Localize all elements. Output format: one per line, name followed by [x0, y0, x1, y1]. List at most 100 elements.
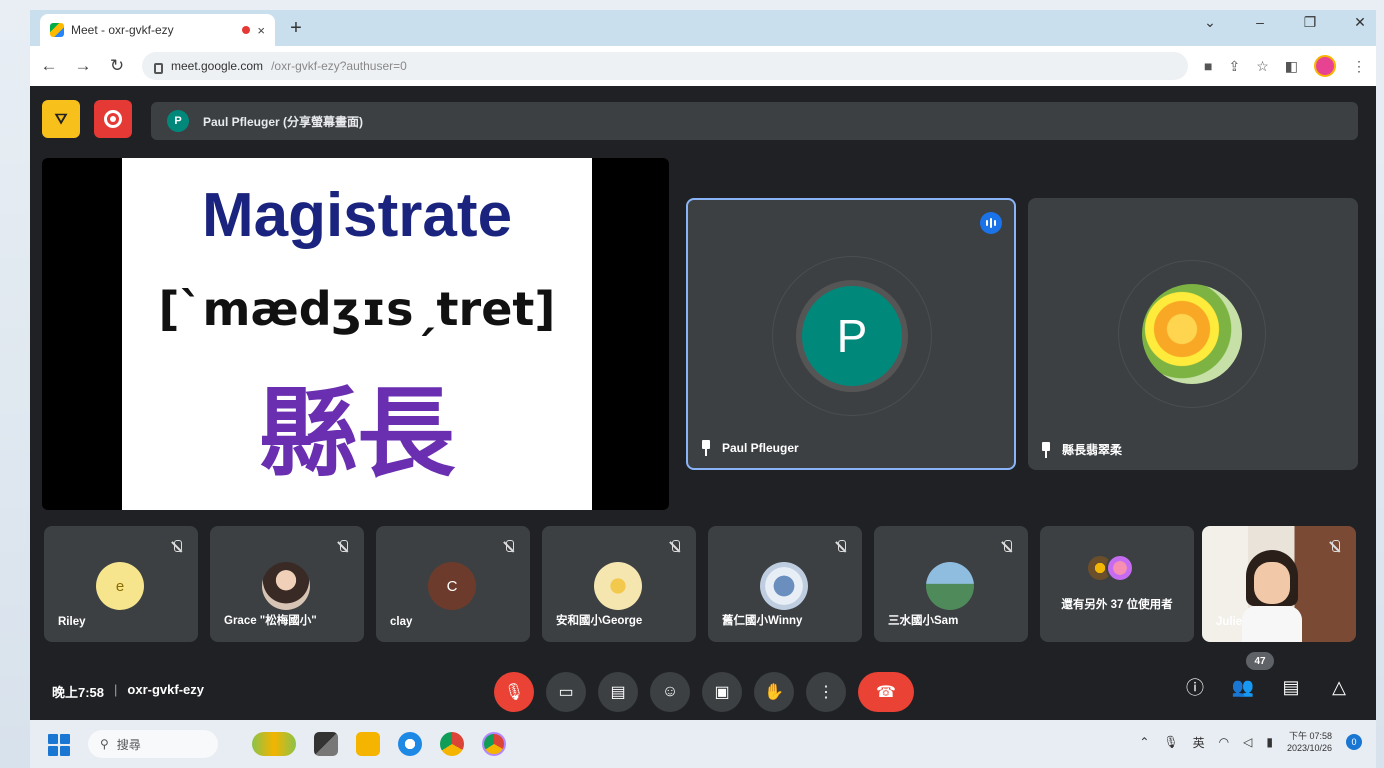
address-toolbar: ← → ↻ meet.google.com/oxr-gvkf-ezy?authu… — [30, 46, 1376, 86]
edge-icon[interactable] — [398, 732, 422, 756]
participant-tile[interactable]: 舊仁國小Winny — [708, 526, 862, 642]
participant-name: 安和國小George — [556, 615, 643, 627]
captions-icon: ▤ — [610, 684, 626, 701]
pin-icon[interactable] — [1040, 441, 1052, 458]
browser-tools: ■ ⇪ ☆ ◧ ⋮ — [1204, 55, 1366, 77]
taskbar-search[interactable]: ⚲ 搜尋 — [88, 730, 218, 758]
reload-icon[interactable]: ↻ — [108, 56, 126, 76]
participant-name: Grace "松梅國小" — [224, 615, 317, 627]
avatar-tulip — [1142, 284, 1242, 384]
folder-icon: ⛛ — [54, 110, 68, 128]
muted-mic-icon — [336, 540, 350, 554]
participant-tile[interactable]: Grace "松梅國小" — [210, 526, 364, 642]
battery-icon[interactable]: ▮ — [1266, 735, 1273, 749]
captions-button[interactable]: ▤ — [598, 672, 638, 712]
self-name: Julie — [1216, 616, 1243, 628]
chat-button[interactable]: ▤ — [1278, 674, 1304, 700]
emoji-icon: ☺ — [661, 683, 679, 700]
slide: Magistrate [ˋmædʒɪsˏtret] 縣長 — [122, 158, 592, 510]
activities-button[interactable]: ⛛ — [42, 100, 80, 138]
avatar — [926, 562, 974, 610]
muted-mic-icon — [170, 540, 184, 554]
minimize-button[interactable]: – — [1252, 14, 1268, 31]
volume-icon[interactable]: ◁ — [1243, 735, 1252, 749]
activities-panel-button[interactable]: △ — [1326, 674, 1352, 700]
share-icon[interactable]: ⇪ — [1228, 58, 1240, 75]
more-vert-icon: ⋮ — [818, 684, 834, 701]
chevron-up-icon[interactable]: ⌃ — [1139, 735, 1149, 749]
clock[interactable]: 下午 07:58 2023/10/26 — [1287, 730, 1332, 754]
start-button[interactable] — [48, 734, 70, 756]
camera-toggle-button[interactable]: ▭ — [546, 672, 586, 712]
meeting-info: 晚上7:58 | oxr-gvkf-ezy — [52, 682, 204, 701]
participant-tile[interactable]: C clay — [376, 526, 530, 642]
url-input[interactable]: meet.google.com/oxr-gvkf-ezy?authuser=0 — [142, 52, 1188, 80]
people-count-badge: 47 — [1246, 652, 1274, 670]
clock-date: 2023/10/26 — [1286, 743, 1332, 753]
restore-button[interactable]: ❐ — [1302, 14, 1318, 31]
task-view-icon[interactable] — [314, 732, 338, 756]
chrome-profile-icon[interactable] — [482, 732, 506, 756]
tile-name: 縣長翡翠柔 — [1062, 443, 1123, 457]
wifi-icon[interactable]: ◠ — [1219, 735, 1229, 749]
browser-tab-meet[interactable]: Meet - oxr-gvkf-ezy × — [40, 14, 275, 46]
presenter-banner[interactable]: P Paul Pfleuger (分享螢幕畫面) — [151, 102, 1358, 140]
participant-tile-paul[interactable]: P Paul Pfleuger — [686, 198, 1016, 470]
start-tile — [48, 734, 58, 744]
clock-time: 下午 07:58 — [1288, 731, 1332, 741]
input-method[interactable]: 英 — [1193, 734, 1205, 751]
meeting-time: 晚上7:58 — [52, 685, 105, 700]
recording-button[interactable] — [94, 100, 132, 138]
new-tab-button[interactable]: + — [284, 16, 308, 40]
presenter-label: Paul Pfleuger (分享螢幕畫面) — [203, 114, 364, 129]
more-options-button[interactable]: ⋮ — [806, 672, 846, 712]
browser-menu-icon[interactable]: ⋮ — [1352, 58, 1366, 75]
participant-tile[interactable]: e Riley — [44, 526, 198, 642]
info-icon: ⓘ — [1186, 678, 1204, 698]
avatar — [262, 562, 310, 610]
face — [1254, 562, 1290, 604]
tab-search-icon[interactable]: ⌄ — [1202, 14, 1218, 31]
avatar: C — [428, 562, 476, 610]
profile-avatar[interactable] — [1314, 55, 1336, 77]
window-controls: ⌄ – ❐ ✕ — [1202, 14, 1368, 31]
side-panel-icon[interactable]: ◧ — [1285, 58, 1298, 75]
url-path: /oxr-gvkf-ezy?authuser=0 — [271, 59, 407, 73]
raise-hand-button[interactable]: ✋ — [754, 672, 794, 712]
leave-call-button[interactable]: ☎ — [858, 672, 914, 712]
slide-word: Magistrate — [201, 181, 513, 250]
body — [1242, 606, 1302, 642]
recording-dot-icon — [242, 26, 251, 34]
muted-mic-icon — [1000, 540, 1014, 554]
others-tile[interactable]: 還有另外 37 位使用者 — [1040, 526, 1194, 642]
screen-share-tile[interactable]: Magistrate [ˋmædʒɪsˏtret] 縣長 — [42, 158, 669, 510]
muted-mic-icon — [502, 540, 516, 554]
reactions-button[interactable]: ☺ — [650, 672, 690, 712]
people-button[interactable]: 👥 — [1230, 674, 1256, 700]
close-window-button[interactable]: ✕ — [1352, 14, 1368, 31]
mic-toggle-button[interactable]: 🎙 — [494, 672, 534, 712]
notification-badge[interactable]: 0 — [1346, 734, 1362, 750]
participant-tile-second[interactable]: 縣長翡翠柔 — [1028, 198, 1358, 470]
bookmark-star-icon[interactable]: ☆ — [1256, 58, 1269, 75]
file-explorer-icon[interactable] — [356, 732, 380, 756]
self-view-tile[interactable]: Julie — [1202, 526, 1356, 642]
pin-icon[interactable] — [700, 440, 712, 456]
meeting-details-button[interactable]: ⓘ — [1182, 674, 1208, 700]
muted-mic-icon — [834, 540, 848, 554]
microphone-icon[interactable]: 🎙 — [1163, 735, 1178, 749]
forward-arrow-icon[interactable]: → — [74, 56, 92, 76]
participant-tile[interactable]: 三水國小Sam — [874, 526, 1028, 642]
widgets-icon[interactable] — [252, 732, 296, 756]
start-tile — [60, 734, 70, 744]
start-tile — [48, 746, 58, 756]
back-arrow-icon[interactable]: ← — [40, 56, 58, 76]
tab-close-icon[interactable]: × — [257, 23, 265, 38]
present-button[interactable]: ▣ — [702, 672, 742, 712]
system-tray: ⌃ 🎙 英 ◠ ◁ ▮ 下午 07:58 2023/10/26 0 — [1139, 730, 1362, 754]
call-controls: 🎙 ▭ ▤ ☺ ▣ ✋ ⋮ ☎ — [494, 672, 914, 712]
participant-tile[interactable]: 安和國小George — [542, 526, 696, 642]
lock-icon[interactable] — [154, 62, 163, 74]
camera-in-use-icon[interactable]: ■ — [1204, 58, 1212, 74]
chrome-icon[interactable] — [440, 732, 464, 756]
